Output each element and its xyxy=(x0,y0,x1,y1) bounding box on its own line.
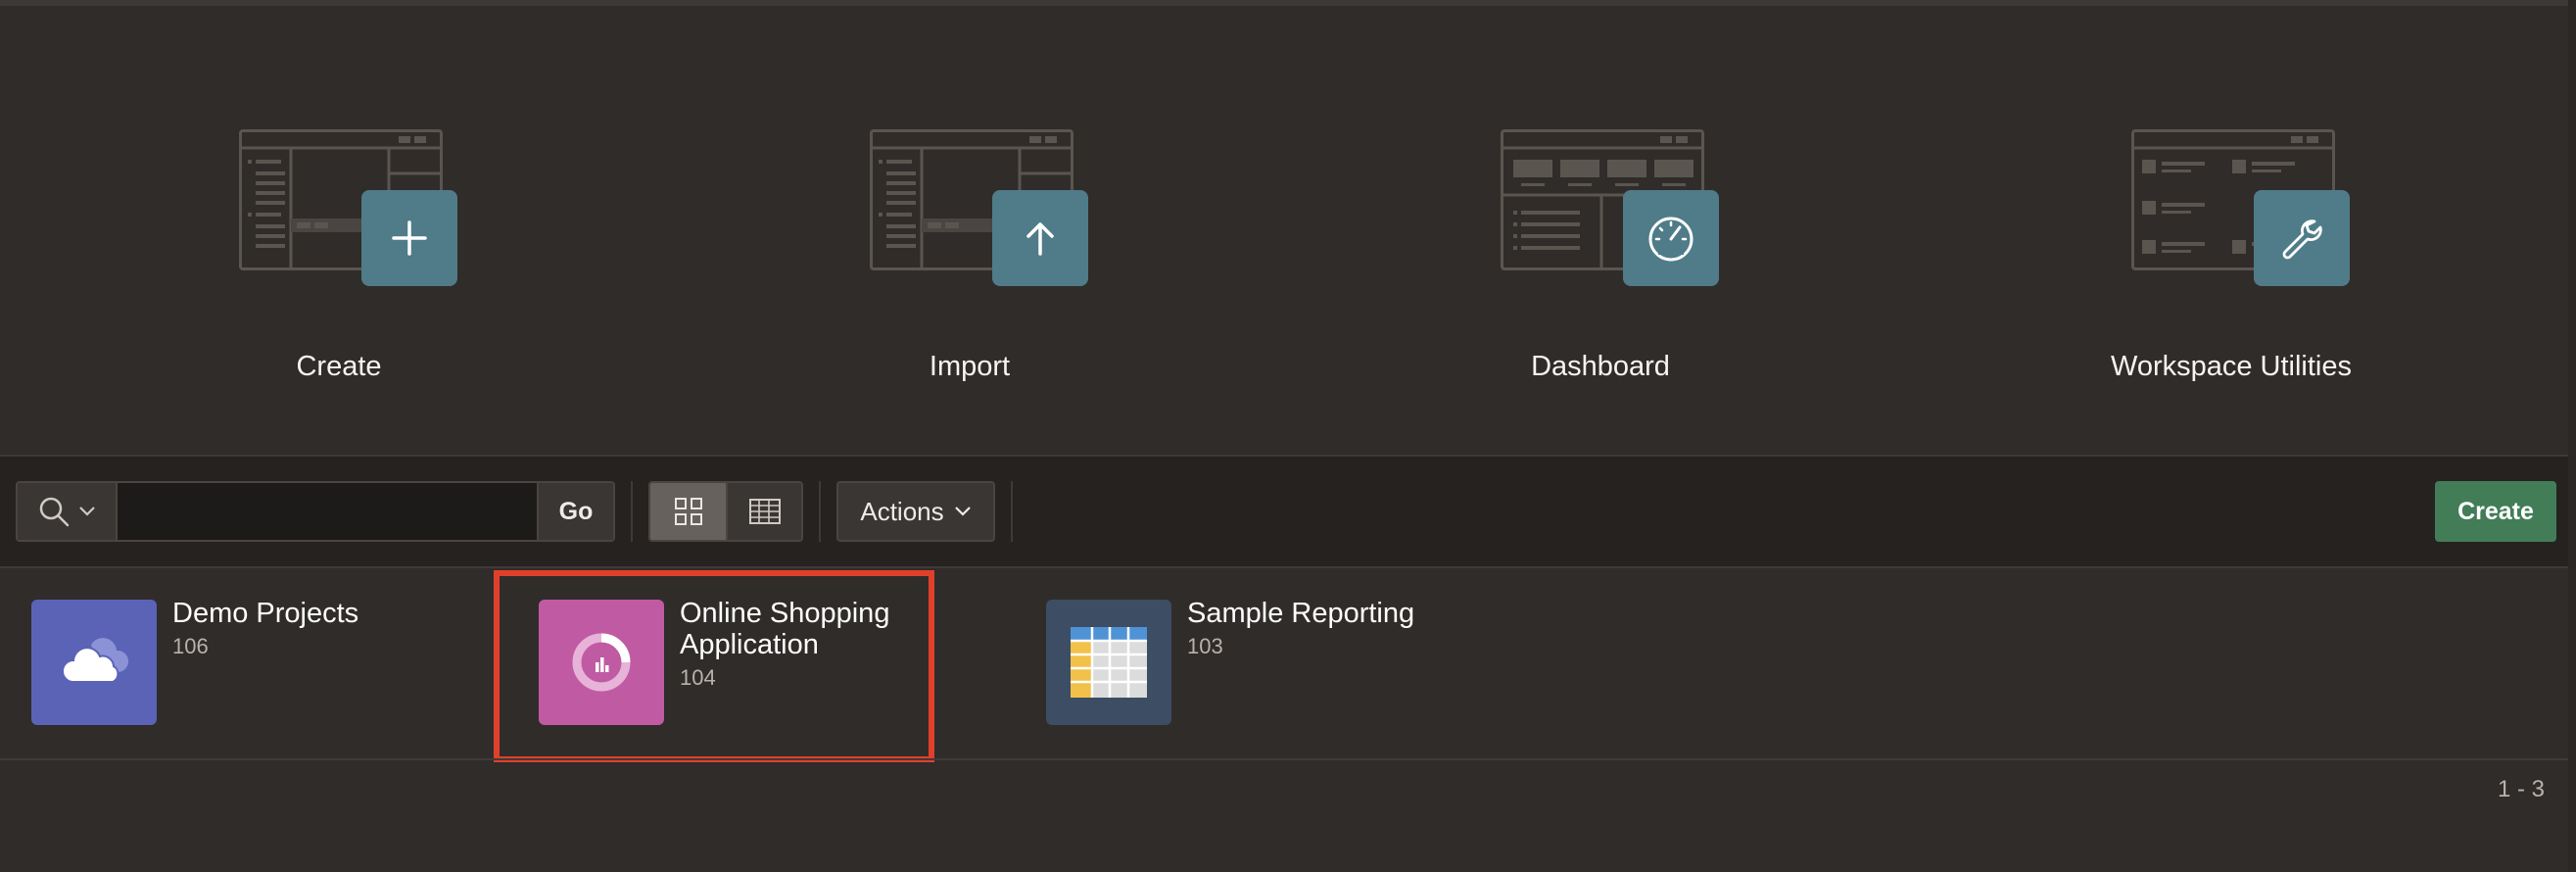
app-id: 103 xyxy=(1187,634,1223,658)
toolbar-separator xyxy=(1011,481,1013,542)
app-name-block: Demo Projects 106 xyxy=(172,598,466,662)
hero-tile-workspace-utilities[interactable]: Workspace Utilities xyxy=(2035,6,2427,455)
dashboard-illustration xyxy=(1501,129,1720,296)
create-illustration xyxy=(239,129,458,296)
hero-tile-label: Workspace Utilities xyxy=(2110,351,2353,382)
grid-icon xyxy=(674,498,702,525)
app-name: Demo Projects xyxy=(172,598,359,629)
hero-tile-label: Create xyxy=(296,351,382,382)
search-group: Go xyxy=(16,481,615,542)
app-card-online-shopping-application[interactable]: Online Shopping Application 104 xyxy=(539,586,989,743)
search-input[interactable] xyxy=(118,483,537,540)
search-icon xyxy=(39,497,70,527)
pagination-label: 1 - 3 xyxy=(2497,776,2545,802)
go-button[interactable]: Go xyxy=(537,483,613,540)
right-edge xyxy=(2568,0,2576,872)
divider xyxy=(0,758,2576,760)
hero-tile-create[interactable]: Create xyxy=(143,6,535,455)
app-name: Online Shopping Application xyxy=(680,598,890,660)
hero-section: Create Import Dashboard Workspace Utilit… xyxy=(0,6,2576,455)
app-icon xyxy=(31,600,157,725)
app-id: 104 xyxy=(680,665,716,690)
app-name-block: Online Shopping Application 104 xyxy=(680,598,974,694)
workspace-utilities-illustration xyxy=(2131,129,2351,296)
toolbar: Go Actions Create xyxy=(0,457,2576,566)
application-list: Demo Projects 106 Online Shopping Applic… xyxy=(0,568,2576,758)
app-card-sample-reporting[interactable]: Sample Reporting 103 xyxy=(1046,586,1497,743)
chevron-down-icon xyxy=(954,507,971,516)
hero-tile-label: Import xyxy=(929,351,1011,382)
icon-view-button[interactable] xyxy=(650,483,726,540)
hero-tile-import[interactable]: Import xyxy=(774,6,1166,455)
toolbar-separator xyxy=(631,481,633,542)
actions-menu-button[interactable]: Actions xyxy=(836,481,995,542)
cloud-icon xyxy=(62,638,129,683)
hero-tile-label: Dashboard xyxy=(1531,351,1670,382)
table-view-icon xyxy=(748,499,781,524)
report-view-button[interactable] xyxy=(726,483,801,540)
app-icon xyxy=(1046,600,1171,725)
actions-label: Actions xyxy=(860,496,944,526)
view-toggle xyxy=(648,481,803,542)
plus-icon xyxy=(361,190,457,286)
app-icon xyxy=(539,600,664,725)
chevron-down-icon xyxy=(79,507,95,516)
app-name: Sample Reporting xyxy=(1187,598,1415,629)
hero-tile-dashboard[interactable]: Dashboard xyxy=(1405,6,1796,455)
donut-chart-icon xyxy=(572,633,631,692)
import-illustration xyxy=(870,129,1089,296)
app-name-block: Sample Reporting 103 xyxy=(1187,598,1481,662)
create-button[interactable]: Create xyxy=(2435,481,2556,542)
wrench-icon xyxy=(2254,190,2350,286)
search-type-dropdown[interactable] xyxy=(18,483,118,540)
app-id: 106 xyxy=(172,634,209,658)
app-card-demo-projects[interactable]: Demo Projects 106 xyxy=(31,586,482,743)
upload-arrow-icon xyxy=(992,190,1088,286)
table-icon xyxy=(1071,627,1147,698)
gauge-icon xyxy=(1623,190,1719,286)
toolbar-separator xyxy=(819,481,821,542)
